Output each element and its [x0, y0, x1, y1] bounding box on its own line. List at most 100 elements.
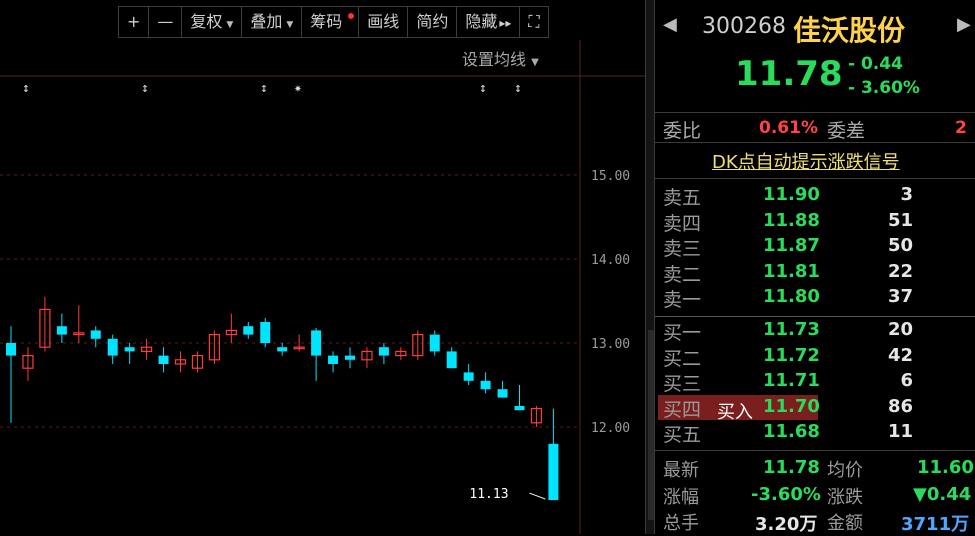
zoom-out-button[interactable]: — — [149, 7, 183, 37]
candle-body — [6, 343, 16, 356]
panel-divider[interactable] — [645, 0, 655, 534]
scrollbar-thumb[interactable] — [648, 330, 654, 520]
y-tick-label: 12.00 — [591, 421, 630, 436]
buy-row[interactable]: 买一 11.73 20 — [655, 318, 975, 344]
zoom-in-button[interactable]: + — [119, 7, 150, 37]
buy-level-label: 买四 — [663, 398, 702, 421]
divider — [655, 450, 975, 451]
prev-stock-arrow-icon[interactable]: ◀ — [663, 14, 677, 35]
sell-volume: 3 — [900, 184, 913, 205]
chips-button[interactable]: 筹码 — [302, 7, 360, 37]
buy-row[interactable]: 买三 11.71 6 — [655, 369, 975, 395]
buy-row[interactable]: 买四 11.70 86 — [655, 395, 975, 421]
current-price: 11.78 — [735, 54, 843, 94]
sell-level-label: 卖二 — [663, 263, 702, 286]
fullscreen-button[interactable]: ⛶ — [520, 7, 547, 37]
candle-body — [73, 332, 85, 336]
candle-body — [480, 380, 491, 390]
amount-label: 金额 — [827, 513, 863, 534]
adjust-button[interactable]: 复权 ▼ — [182, 7, 243, 37]
buy-price: 11.70 — [763, 395, 820, 417]
event-marker-icon: ↕ — [141, 81, 149, 96]
candle-body — [530, 407, 543, 424]
price-change-pct: - 3.60% — [848, 78, 920, 98]
sell-row[interactable]: 卖二 11.81 22 — [655, 260, 975, 286]
chevron-down-icon: ▼ — [286, 20, 294, 30]
event-marker-icon: ✷ — [294, 81, 302, 96]
candle-body — [395, 350, 407, 357]
chg-value: ▼0.44 — [913, 484, 972, 505]
candle-body — [378, 347, 389, 356]
candle-body — [446, 351, 457, 369]
latest-label: 最新 — [663, 460, 699, 481]
sell-row[interactable]: 卖一 11.80 37 — [655, 285, 975, 311]
sell-volume: 22 — [887, 260, 913, 282]
buy-level-label: 买二 — [663, 347, 702, 370]
sell-price: 11.80 — [763, 286, 820, 307]
buy-price: 11.73 — [763, 319, 820, 340]
y-tick-label: 13.00 — [591, 337, 630, 352]
volume-value: 3.20万 — [755, 514, 818, 535]
sell-price: 11.90 — [763, 184, 820, 205]
simple-mode-button[interactable]: 简约 — [408, 7, 458, 37]
buy-row[interactable]: 买二 11.72 42 — [655, 344, 975, 370]
dk-signal-link[interactable]: DK点自动提示涨跌信号 — [712, 148, 900, 174]
candle-body — [208, 334, 220, 361]
price-change-block: - 0.44 - 3.60% — [848, 52, 920, 100]
candle-body — [345, 355, 355, 360]
next-stock-arrow-icon[interactable]: ▶ — [957, 14, 971, 35]
candle-body — [463, 372, 474, 381]
low-price-label: 11.13 — [469, 487, 508, 502]
ma-setting-dropdown[interactable]: 设置均线 ▼ — [462, 46, 539, 70]
hide-label: 隐藏 — [465, 12, 498, 31]
candle-body — [514, 406, 525, 411]
sell-level-label: 卖一 — [663, 289, 702, 311]
sell-row[interactable]: 卖四 11.88 51 — [655, 209, 975, 235]
buy-volume: 6 — [900, 370, 913, 391]
candle-body — [361, 350, 373, 361]
avg-label: 均价 — [827, 460, 863, 481]
candle-body — [174, 359, 187, 365]
notification-dot-icon — [348, 13, 355, 19]
candle-body — [158, 355, 169, 364]
candle-body — [107, 338, 118, 356]
candle-body — [293, 346, 305, 350]
buy-price: 11.72 — [763, 344, 820, 366]
hide-button[interactable]: 隐藏 ▸▸ — [457, 7, 521, 37]
double-arrow-icon: ▸▸ — [499, 16, 512, 30]
draw-line-button[interactable]: 画线 — [359, 7, 409, 37]
candle-body — [39, 308, 51, 348]
chevron-down-icon: ▼ — [226, 20, 234, 30]
event-marker-icon: ↕ — [22, 81, 30, 96]
pct-label: 涨幅 — [663, 487, 699, 508]
candle-body — [548, 443, 559, 501]
buy-volume: 86 — [887, 395, 913, 417]
y-tick-label: 14.00 — [591, 253, 630, 268]
buy-volume: 20 — [887, 319, 913, 340]
chg-label: 涨跌 — [827, 487, 863, 508]
overlay-button[interactable]: 叠加 ▼ — [242, 7, 303, 37]
buy-row[interactable]: 买五 11.68 11 — [655, 420, 975, 446]
buy-badge[interactable]: 买入 — [717, 398, 753, 424]
quote-panel: ◀ 300268 佳沃股份 ▶ 11.78 - 0.44 - 3.60% 委比 … — [655, 0, 975, 535]
kline-chart-area[interactable]: + — 复权 ▼ 叠加 ▼ 筹码 画线 简约 隐藏 ▸▸ ⛶ 设置均线 ▼ 15.00… — [0, 0, 645, 534]
avg-value: 11.60 — [917, 457, 974, 478]
chips-label: 筹码 — [310, 12, 343, 31]
adjust-label: 复权 — [190, 12, 223, 31]
candle-body — [429, 334, 440, 352]
buy-level-label: 买一 — [663, 322, 702, 344]
candle-body — [124, 347, 135, 352]
sell-price: 11.87 — [763, 235, 820, 256]
price-change: - 0.44 — [848, 54, 903, 74]
ma-setting-label: 设置均线 — [462, 50, 527, 69]
buy-volume: 11 — [887, 421, 913, 442]
sell-row[interactable]: 卖五 11.90 3 — [655, 183, 975, 209]
candle-body — [260, 322, 271, 343]
sell-volume: 50 — [887, 235, 913, 256]
sell-row[interactable]: 卖三 11.87 50 — [655, 234, 975, 260]
divider — [655, 142, 975, 143]
buy-level-label: 买五 — [663, 424, 702, 446]
weicha-label: 委差 — [827, 120, 866, 142]
sell-price: 11.88 — [763, 209, 820, 231]
volume-label: 总手 — [663, 513, 699, 534]
